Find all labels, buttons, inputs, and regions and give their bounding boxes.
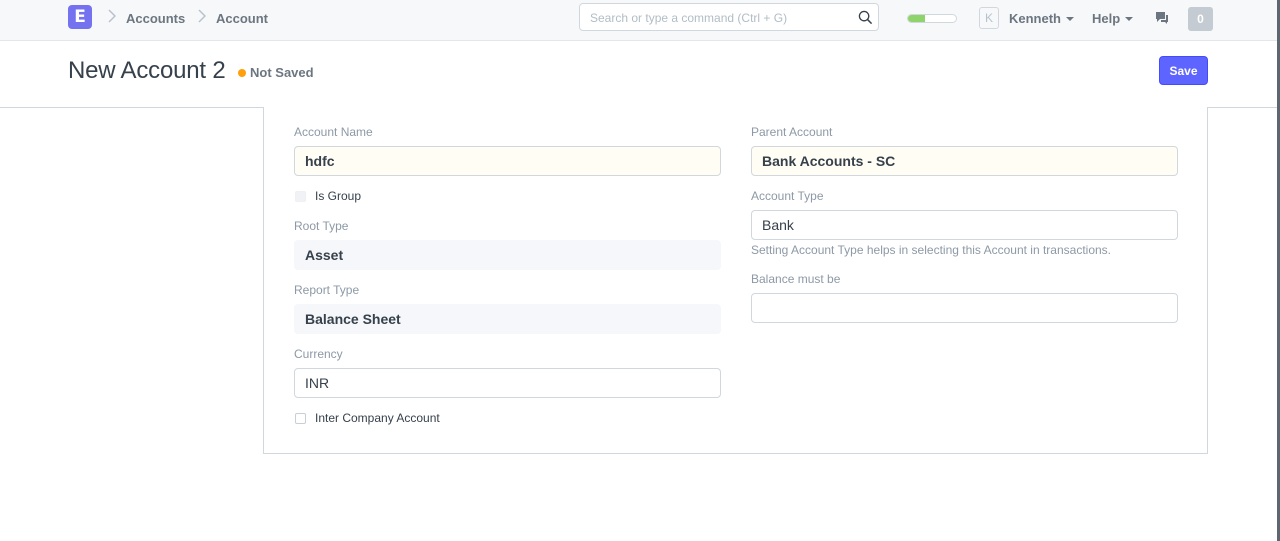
form-card: Account Name hdfc Is Group Root Type Ass… [263,107,1208,454]
search-placeholder: Search or type a command (Ctrl + G) [590,11,788,25]
balance-must-be-select[interactable] [751,293,1178,323]
navbar: E Accounts Account Search or type a comm… [0,0,1277,41]
status-badge: Not Saved [250,65,314,80]
inter-company-label: Inter Company Account [315,411,440,425]
parent-account-label: Parent Account [751,125,833,139]
setup-progress-fill [908,15,925,22]
setup-progress-bar[interactable] [907,14,957,23]
account-name-label: Account Name [294,125,373,139]
chat-icon[interactable] [1153,10,1169,26]
account-name-field[interactable]: hdfc [294,146,721,176]
page-title: New Account 2 [68,57,226,84]
breadcrumb-chevron-icon [108,9,116,23]
inter-company-checkbox[interactable] [295,413,306,424]
avatar[interactable]: K [979,7,999,29]
account-type-label: Account Type [751,189,824,203]
app-logo-icon[interactable]: E [68,5,92,29]
account-type-help: Setting Account Type helps in selecting … [751,243,1111,257]
page-head: New Account 2 Not Saved Save [0,41,1277,108]
user-name: Kenneth [1009,11,1061,26]
search-input[interactable]: Search or type a command (Ctrl + G) [579,3,879,31]
report-type-label: Report Type [294,283,360,297]
help-menu[interactable]: Help [1092,11,1134,26]
breadcrumb-chevron-icon [198,9,206,23]
root-type-value: Asset [294,240,721,270]
currency-field[interactable]: INR [294,368,721,398]
is-group-label: Is Group [315,189,362,203]
currency-label: Currency [294,347,343,361]
root-type-label: Root Type [294,219,349,233]
caret-down-icon [1125,17,1134,21]
is-group-checkbox[interactable] [295,191,306,202]
balance-must-be-label: Balance must be [751,272,841,286]
parent-account-field[interactable]: Bank Accounts - SC [751,146,1178,176]
report-type-value: Balance Sheet [294,304,721,334]
breadcrumb-accounts[interactable]: Accounts [126,11,185,26]
notifications-badge[interactable]: 0 [1188,7,1213,31]
save-button[interactable]: Save [1159,56,1208,85]
search-icon[interactable] [858,10,873,25]
breadcrumb-account[interactable]: Account [216,11,268,26]
help-label: Help [1092,11,1121,26]
user-menu[interactable]: Kenneth [1009,11,1074,26]
account-type-select[interactable]: Bank [751,210,1178,240]
status-dot-icon [238,69,246,77]
caret-down-icon [1066,17,1074,21]
